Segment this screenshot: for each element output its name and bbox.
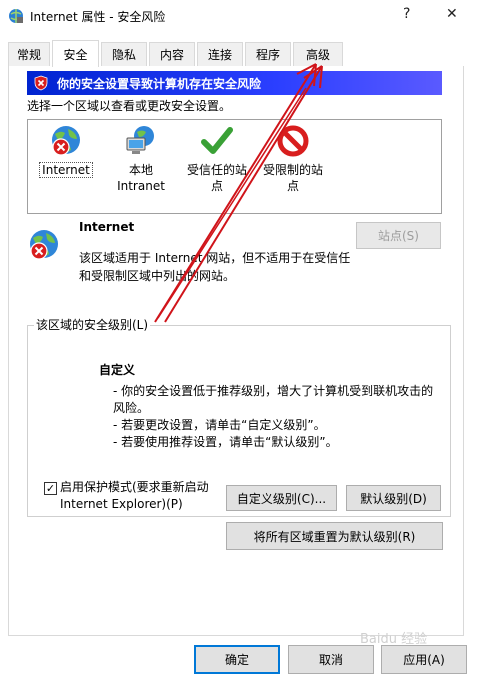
zone-restricted-sites-label: 受限制的站 点 <box>262 163 323 193</box>
protected-mode-label[interactable]: 启用保护模式(要求重新启动 Internet Explorer)(P) <box>60 479 225 513</box>
security-level-line: - 若要使用推荐设置，请单击“默认级别”。 <box>113 435 338 449</box>
security-level-description: - 你的安全设置低于推荐级别，增大了计算机受到联机攻击的风险。 - 若要更改设置… <box>113 383 443 451</box>
zone-list[interactable]: Internet 本地 Intranet 受信任的站 点 受限制的站 点 <box>27 119 442 214</box>
security-level-title: 自定义 <box>99 363 136 377</box>
local-intranet-icon <box>126 126 154 154</box>
watermark: Baidu 经验 <box>360 632 428 647</box>
security-warning-text: 你的安全设置导致计算机存在安全风险 <box>57 76 262 91</box>
zone-local-intranet-label: 本地 Intranet <box>117 163 165 193</box>
cancel-button[interactable]: 取消 <box>288 645 374 674</box>
internet-options-icon <box>9 9 23 23</box>
help-button[interactable]: ? <box>403 6 410 22</box>
zone-detail-description: 该区域适用于 Internet 网站，但不适用于在受信任和受限制区域中列出的网站… <box>79 251 351 283</box>
tab-advanced[interactable]: 高级 <box>293 42 343 66</box>
protected-mode-checkbox[interactable]: ✓ <box>44 482 57 495</box>
reset-all-zones-button[interactable]: 将所有区域重置为默认级别(R) <box>226 522 443 550</box>
zone-local-intranet[interactable]: 本地 Intranet <box>114 124 168 194</box>
security-level-line: - 你的安全设置低于推荐级别，增大了计算机受到联机攻击的风险。 <box>113 384 434 415</box>
tab-security[interactable]: 安全 <box>52 40 99 67</box>
zone-internet-label: Internet <box>42 163 90 177</box>
security-level-line: - 若要更改设置，请单击“自定义级别”。 <box>113 418 326 432</box>
tab-general[interactable]: 常规 <box>8 42 50 66</box>
security-level-legend: 该区域的安全级别(L) <box>34 316 151 333</box>
default-level-button[interactable]: 默认级别(D) <box>346 485 441 511</box>
window-title: Internet 属性 - 安全风险 <box>30 10 166 24</box>
zone-trusted-sites[interactable]: 受信任的站 点 <box>181 124 253 194</box>
sites-button[interactable]: 站点(S) <box>356 222 441 249</box>
no-entry-icon <box>277 125 309 157</box>
check-icon <box>201 127 233 154</box>
shield-warning-icon <box>34 75 48 91</box>
tab-privacy[interactable]: 隐私 <box>101 42 147 66</box>
title-bar: Internet 属性 - 安全风险 ? ✕ <box>0 0 477 34</box>
choose-zone-instruction: 选择一个区域以查看或更改安全设置。 <box>27 99 232 113</box>
zone-internet[interactable]: Internet <box>37 124 95 178</box>
tab-programs[interactable]: 程序 <box>245 42 291 66</box>
custom-level-button[interactable]: 自定义级别(C)... <box>226 485 337 511</box>
ok-button[interactable]: 确定 <box>194 645 280 674</box>
apply-button[interactable]: 应用(A) <box>381 645 467 674</box>
tab-content[interactable]: 内容 <box>149 42 195 66</box>
globe-warning-icon <box>52 126 80 156</box>
security-warning-bar: 你的安全设置导致计算机存在安全风险 <box>27 71 442 95</box>
close-button[interactable]: ✕ <box>446 6 458 22</box>
zone-restricted-sites[interactable]: 受限制的站 点 <box>257 124 329 194</box>
zone-detail-title: Internet <box>79 220 135 234</box>
globe-warning-icon <box>30 230 58 260</box>
zone-trusted-sites-label: 受信任的站 点 <box>186 163 247 193</box>
tab-connections[interactable]: 连接 <box>197 42 243 66</box>
